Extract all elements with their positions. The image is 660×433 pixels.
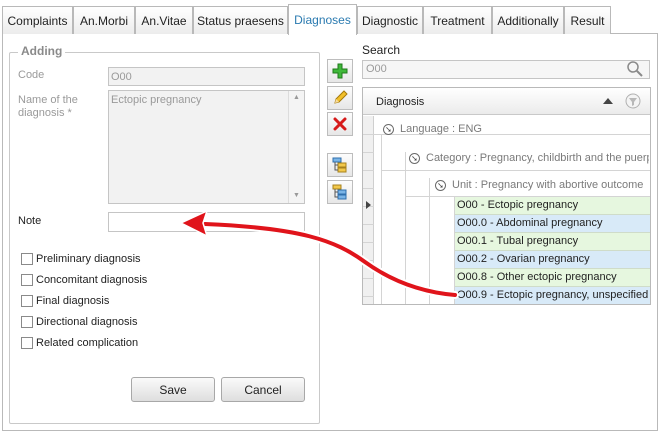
tab-diagnoses[interactable]: Diagnoses	[288, 4, 357, 35]
diagnosis-name-label: Name of the diagnosis *	[18, 94, 78, 119]
row-header-line	[363, 242, 374, 243]
expand-tree-button[interactable]	[327, 153, 353, 177]
checkbox-box[interactable]	[21, 274, 33, 286]
expand-group-icon[interactable]: ➘	[435, 179, 446, 191]
table-row[interactable]: O00.1 - Tubal pregnancy	[455, 233, 650, 251]
checkbox-box[interactable]	[21, 316, 33, 328]
expand-group-icon[interactable]: ➘	[383, 123, 394, 135]
filter-icon[interactable]	[625, 93, 641, 109]
row-header-line	[363, 260, 374, 261]
tab-diagnostic[interactable]: Diagnostic	[357, 6, 423, 34]
tab-treatment[interactable]: Treatment	[423, 6, 492, 34]
search-icon[interactable]	[626, 60, 644, 78]
row-header-line	[363, 278, 374, 279]
note-label: Note	[18, 215, 42, 227]
checkbox-box[interactable]	[21, 253, 33, 265]
expand-group-icon[interactable]: ➘	[409, 152, 420, 164]
tab-an-vitae[interactable]: An.Vitae	[135, 6, 193, 34]
code-label: Code	[18, 69, 45, 81]
table-row[interactable]: O00.0 - Abdominal pregnancy	[455, 215, 650, 233]
grid-row-header	[363, 116, 374, 304]
checkbox-label: Directional diagnosis	[36, 316, 138, 328]
row-header-line	[363, 296, 374, 297]
table-row[interactable]: O00.9 - Ectopic pregnancy, unspecified	[455, 287, 650, 304]
collapse-tree-icon	[332, 184, 347, 200]
group-row-language[interactable]: ➘ Language : ENG	[383, 120, 649, 138]
current-row-icon	[366, 201, 371, 209]
table-row[interactable]: O00.8 - Other ectopic pregnancy	[455, 269, 650, 287]
expand-tree-icon	[332, 157, 347, 173]
add-icon	[332, 63, 348, 79]
row-header-line	[363, 224, 374, 225]
grid-header: Diagnosis	[363, 88, 650, 115]
group-row-category[interactable]: ➘ Category : Pregnancy, childbirth and t…	[409, 149, 649, 167]
checkbox-directional[interactable]: Directional diagnosis	[21, 315, 138, 329]
sort-ascending-icon[interactable]	[603, 97, 613, 105]
checkbox-label: Preliminary diagnosis	[36, 253, 141, 265]
checkbox-label: Final diagnosis	[36, 295, 110, 307]
adding-legend: Adding	[18, 44, 66, 58]
scroll-down-icon[interactable]: ▼	[289, 189, 304, 203]
group-line	[381, 170, 650, 171]
group-label: Unit : Pregnancy with abortive outcome	[452, 179, 644, 191]
checkbox-preliminary[interactable]: Preliminary diagnosis	[21, 252, 141, 266]
edit-pencil-icon	[334, 90, 348, 104]
tab-additionally[interactable]: Additionally	[492, 6, 564, 34]
search-value: O00	[366, 63, 387, 75]
group-label: Category : Pregnancy, childbirth and the…	[426, 152, 649, 164]
checkbox-label: Related complication	[36, 337, 139, 349]
row-header-line	[363, 188, 374, 189]
tab-result[interactable]: Result	[564, 6, 611, 34]
name-scrollbar[interactable]: ▲ ▼	[288, 91, 304, 203]
checkbox-box[interactable]	[21, 337, 33, 349]
delete-icon	[333, 117, 347, 131]
table-row[interactable]: O00.2 - Ovarian pregnancy	[455, 251, 650, 269]
add-button[interactable]	[327, 59, 353, 83]
checkbox-label: Concomitant diagnosis	[36, 274, 148, 286]
row-header-line	[363, 134, 374, 135]
row-header-line	[363, 152, 374, 153]
code-field[interactable]: O00	[108, 67, 305, 86]
tab-bar: Complaints An.Morbi An.Vitae Status prae…	[2, 4, 658, 35]
diagnosis-name-field[interactable]: Ectopic pregnancy ▲ ▼	[108, 90, 305, 204]
indent-line	[429, 178, 430, 304]
row-header-line	[363, 170, 374, 171]
collapse-tree-button[interactable]	[327, 180, 353, 204]
checkbox-related-complication[interactable]: Related complication	[21, 336, 138, 350]
note-field[interactable]	[108, 212, 305, 232]
edit-button[interactable]	[327, 86, 353, 110]
search-label: Search	[362, 43, 401, 57]
group-row-unit[interactable]: ➘ Unit : Pregnancy with abortive outcome	[435, 176, 649, 194]
checkbox-concomitant[interactable]: Concomitant diagnosis	[21, 273, 147, 287]
indent-line	[381, 134, 382, 304]
search-input[interactable]: O00	[362, 60, 650, 79]
cancel-button[interactable]: Cancel	[221, 377, 305, 402]
diagnosis-name-value: Ectopic pregnancy	[111, 94, 202, 106]
tab-an-morbi[interactable]: An.Morbi	[73, 6, 135, 34]
table-row[interactable]: O00 - Ectopic pregnancy	[455, 197, 650, 215]
tab-complaints[interactable]: Complaints	[2, 6, 73, 34]
group-label: Language : ENG	[400, 123, 482, 135]
indent-line	[405, 152, 406, 304]
scroll-up-icon[interactable]: ▲	[289, 91, 304, 105]
tab-status-praesens[interactable]: Status praesens	[193, 6, 288, 34]
checkbox-box[interactable]	[21, 295, 33, 307]
diagnosis-grid: Diagnosis ➘ Language : ENG ➘ Category : …	[362, 87, 651, 305]
delete-button[interactable]	[327, 112, 353, 136]
checkbox-final[interactable]: Final diagnosis	[21, 294, 109, 308]
column-header-diagnosis[interactable]: Diagnosis	[376, 96, 424, 108]
save-button[interactable]: Save	[131, 377, 215, 402]
